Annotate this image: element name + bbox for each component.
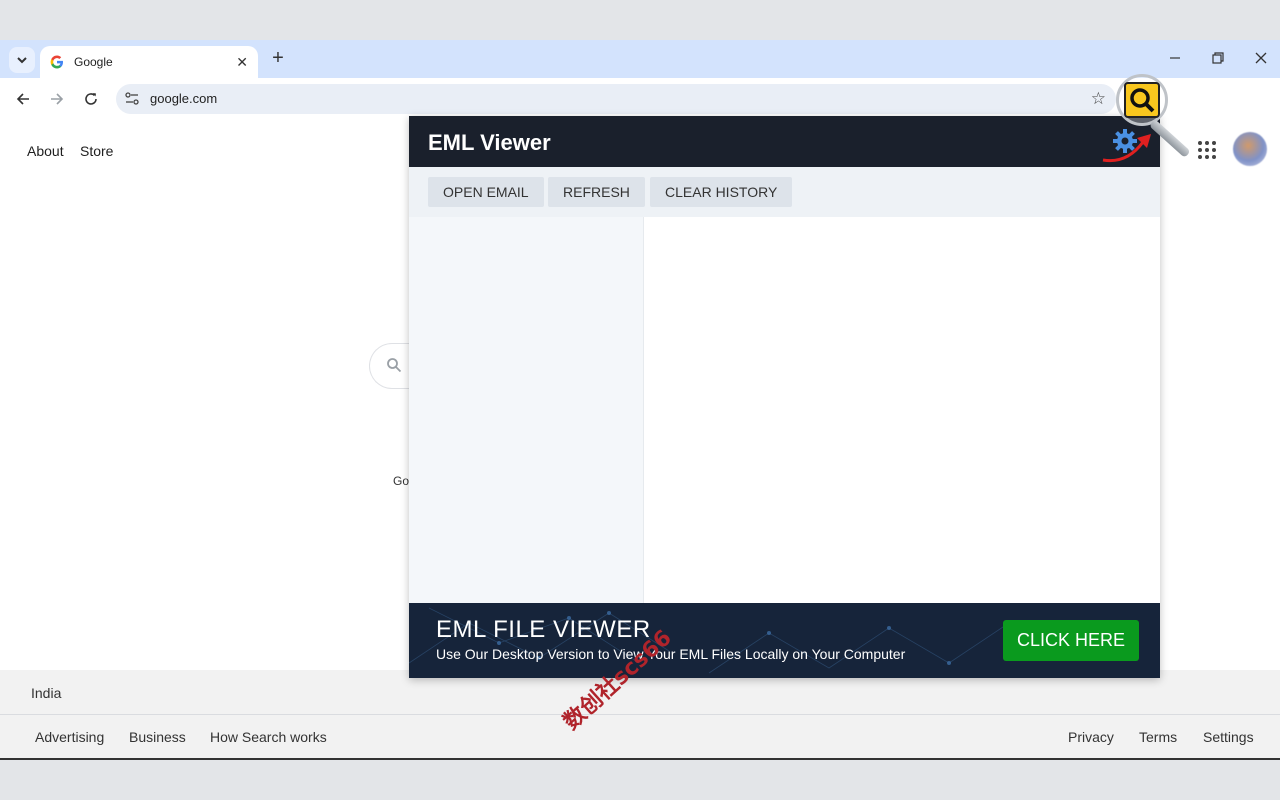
eml-viewer-popup: EML Viewer OPEN EMAIL REFRESH CLEAR HIST… [409,116,1160,678]
url-text: google.com [150,91,218,106]
reload-icon[interactable] [79,87,103,111]
popup-toolbar: OPEN EMAIL REFRESH CLEAR HISTORY [409,167,1160,217]
search-icon [387,358,402,373]
popup-header: EML Viewer [409,116,1160,167]
google-offered-text: Go [393,474,410,488]
business-link[interactable]: Business [129,729,186,745]
click-here-button[interactable]: CLICK HERE [1003,620,1139,661]
google-favicon-icon [50,55,63,69]
minimize-icon[interactable] [1160,48,1190,68]
page-footer: India Advertising Business How Search wo… [0,670,1280,760]
store-link[interactable]: Store [80,143,113,159]
footer-country: India [31,685,62,701]
tab-search-dropdown-icon[interactable] [9,47,35,73]
how-search-works-link[interactable]: How Search works [210,729,327,745]
back-arrow-icon[interactable] [11,87,35,111]
settings-link[interactable]: Settings [1203,729,1254,745]
open-email-button[interactable]: OPEN EMAIL [428,177,544,207]
eml-viewer-extension-icon[interactable] [1124,82,1160,118]
close-window-icon[interactable] [1246,48,1276,68]
new-tab-icon[interactable]: + [268,48,288,68]
browser-toolbar: google.com ☆ [0,78,1280,188]
account-avatar[interactable] [1233,132,1267,166]
popup-title: EML Viewer [428,130,551,155]
terms-link[interactable]: Terms [1139,729,1177,745]
close-tab-icon[interactable]: ✕ [236,54,248,71]
desktop-version-banner: EML FILE VIEWER Use Our Desktop Version … [409,603,1160,678]
refresh-button[interactable]: REFRESH [548,177,645,207]
banner-title: EML FILE VIEWER [436,616,651,643]
tab-bar: Google ✕ + [0,40,1280,78]
advertising-link[interactable]: Advertising [35,729,104,745]
email-list-pane[interactable] [409,217,644,603]
email-preview-pane[interactable] [645,217,1160,603]
site-settings-icon[interactable] [124,91,140,107]
google-apps-icon[interactable] [1198,141,1216,159]
bottom-rule [0,758,1280,760]
privacy-link[interactable]: Privacy [1068,729,1114,745]
about-link[interactable]: About [27,143,64,159]
restore-icon[interactable] [1203,48,1233,68]
tab-title: Google [74,55,113,69]
forward-arrow-icon[interactable] [45,87,69,111]
browser-tab[interactable]: Google ✕ [40,46,258,78]
red-arrow-icon [1102,134,1151,163]
footer-divider [0,714,1280,715]
clear-history-button[interactable]: CLEAR HISTORY [650,177,793,207]
bookmark-star-icon[interactable]: ☆ [1091,89,1106,109]
address-bar[interactable]: google.com ☆ [116,84,1116,114]
